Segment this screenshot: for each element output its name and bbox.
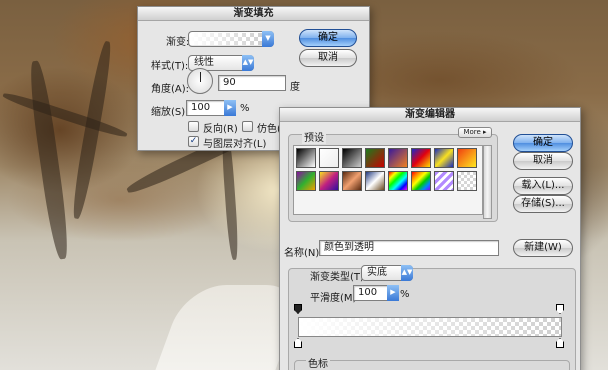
save-button[interactable]: 存储(S)... [513, 195, 573, 213]
align-with-layer-checkbox[interactable]: ✓ [188, 136, 199, 147]
dither-label: 仿色( [257, 124, 281, 135]
ok-button[interactable]: 确定 [299, 29, 357, 47]
angle-input-value: 90 [223, 77, 236, 88]
preset-swatch-spectrum[interactable] [388, 171, 408, 191]
reverse-label: 反向(R) [203, 124, 238, 135]
scale-stepper-icon[interactable]: ▶ [224, 100, 236, 116]
scale-input-value: 100 [191, 102, 211, 113]
gradient-picker[interactable]: ▼ [188, 31, 274, 47]
preset-swatch-copper[interactable] [342, 171, 362, 191]
chevron-updown-icon: ▲▼ [401, 265, 413, 281]
smoothness-unit: % [400, 289, 410, 300]
scale-input[interactable]: 100 ▶ [186, 100, 236, 116]
preset-swatch-green-red[interactable] [365, 148, 385, 168]
angle-dial-needle [200, 72, 201, 82]
scale-unit: % [240, 103, 250, 114]
style-label: 样式(T): [151, 61, 189, 72]
gradient-fill-title: 渐变填充 [138, 7, 369, 21]
color-stops-group [294, 360, 570, 370]
editor-ok-button[interactable]: 确定 [513, 134, 573, 152]
gradient-type-value: 实底 [367, 267, 387, 278]
preset-swatch-black-white[interactable] [296, 148, 316, 168]
tree-branch [1, 90, 129, 140]
name-label: 名称(N): [284, 248, 323, 259]
scale-label: 缩放(S): [151, 107, 189, 118]
gradient-editor-dialog: 渐变编辑器 预设 More ▸ 确定 取消 载入(L)... 存储(S)... … [279, 107, 581, 370]
preset-swatch-yellow-violet[interactable] [319, 171, 339, 191]
align-with-layer-label: 与图层对齐(L) [203, 139, 267, 150]
preset-swatch-blue-red-yellow[interactable] [411, 148, 431, 168]
preset-swatch-black-transparent[interactable] [342, 148, 362, 168]
color-stops-label: 色标 [306, 355, 330, 370]
gradient-bar[interactable] [298, 317, 562, 337]
load-button[interactable]: 载入(L)... [513, 177, 573, 195]
chevron-updown-icon: ▲▼ [242, 55, 254, 71]
dither-checkbox[interactable] [242, 121, 253, 132]
angle-input[interactable]: 90 [218, 75, 286, 91]
style-select-value: 线性 [194, 57, 214, 68]
preset-swatch-orange-yellow[interactable] [457, 148, 477, 168]
preset-swatch-transparent[interactable] [457, 171, 477, 191]
cancel-button[interactable]: 取消 [299, 49, 357, 67]
angle-dial[interactable] [187, 68, 213, 94]
preset-swatch-transparent-stripes[interactable] [434, 171, 454, 191]
new-button[interactable]: 新建(W) [513, 239, 573, 257]
preset-swatch-violet-orange[interactable] [388, 148, 408, 168]
gradient-type-select[interactable]: 实底 ▲▼ [361, 265, 413, 281]
preset-swatch-violet-green[interactable] [296, 171, 316, 191]
angle-unit: 度 [290, 82, 300, 93]
presets-more-label: More ▸ [463, 128, 487, 136]
gradient-type-label: 渐变类型(T): [310, 272, 368, 283]
presets-label: 预设 [302, 129, 326, 144]
smoothness-input[interactable]: 100 ▶ [353, 285, 399, 301]
preset-swatch-grid [293, 145, 483, 215]
angle-label: 角度(A): [151, 84, 190, 95]
smoothness-stepper-icon[interactable]: ▶ [387, 285, 399, 301]
gradient-editor-title: 渐变编辑器 [280, 108, 580, 122]
gradient-preview [190, 33, 262, 45]
preset-swatch-chrome[interactable] [365, 171, 385, 191]
editor-cancel-button[interactable]: 取消 [513, 152, 573, 170]
gradient-name-value: 颜色到透明 [324, 242, 374, 253]
presets-scrollbar[interactable] [483, 145, 492, 219]
tree-trunk [26, 59, 72, 261]
gradient-name-input[interactable]: 颜色到透明 [319, 240, 499, 256]
gradient-picker-arrow-icon[interactable]: ▼ [262, 31, 274, 47]
preset-swatch-transparent-rainbow[interactable] [411, 171, 431, 191]
presets-more-button[interactable]: More ▸ [458, 127, 492, 138]
preset-swatch-white-transparent[interactable] [319, 148, 339, 168]
reverse-checkbox[interactable] [188, 121, 199, 132]
gradient-label: 渐变: [166, 37, 190, 48]
smoothness-value: 100 [358, 287, 378, 298]
preset-swatch-blue-yellow-blue[interactable] [434, 148, 454, 168]
